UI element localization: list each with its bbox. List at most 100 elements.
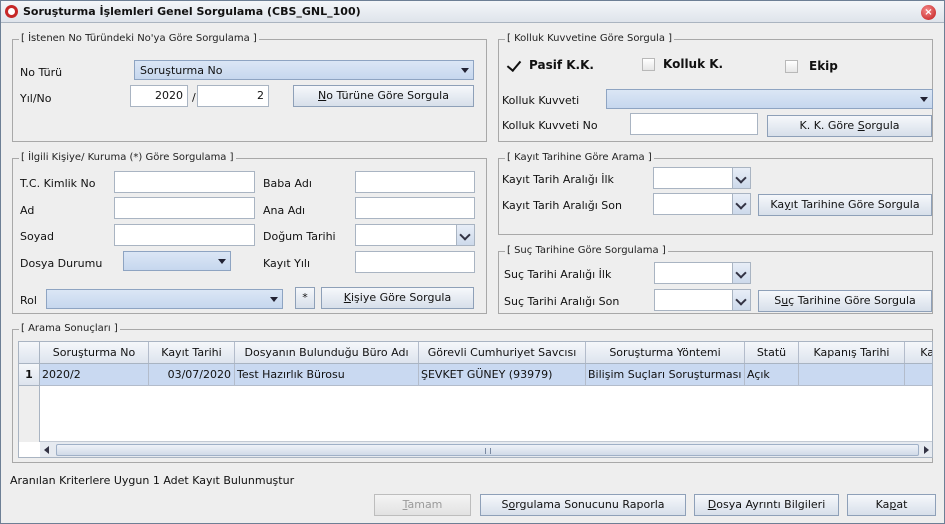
ekip-label: Ekip (809, 59, 838, 73)
button-label: orgula (864, 119, 900, 132)
suc-tarihi-sorgula-button[interactable]: Suç Tarihine Göre Sorgula (758, 290, 932, 312)
suc-ilk-field[interactable] (654, 262, 751, 284)
group-title: [ Kayıt Tarihine Göre Arama ] (505, 152, 654, 163)
kolluk-kuvveti-no-label: Kolluk Kuvveti No (502, 119, 598, 132)
kayit-yili-field[interactable] (355, 251, 475, 273)
scrollbar-thumb[interactable] (56, 444, 919, 456)
button-label: amam (407, 498, 443, 511)
chevron-down-icon (270, 297, 278, 302)
dosya-durumu-select[interactable] (123, 251, 231, 271)
rol-label: Rol (20, 294, 37, 307)
row-gutter (19, 386, 40, 442)
column-header[interactable]: Soruşturma No (40, 342, 149, 363)
main-window: Soruşturma İşlemleri Genel Sorgulama (CB… (0, 0, 945, 524)
rapor-button[interactable]: Sorgulama Sonucunu Raporla (480, 494, 686, 516)
button-label-pre: K. K. Göre (799, 119, 858, 132)
column-header[interactable]: Kayıt Tarihi (149, 342, 235, 363)
button-label: osya Ayrıntı Bilgileri (716, 498, 826, 511)
soyad-field[interactable] (114, 224, 255, 246)
ad-field[interactable] (114, 197, 255, 219)
chevron-down-icon (920, 97, 928, 102)
button-label: ç Tarihine Göre Sorgula (788, 294, 916, 307)
title-bar[interactable]: Soruşturma İşlemleri Genel Sorgulama (CB… (1, 1, 944, 23)
column-header[interactable]: Soruşturma Yöntemi (586, 342, 745, 363)
button-label: rgulama Sonucunu Raporla (515, 498, 665, 511)
button-label-pre: Ka (875, 498, 890, 511)
year-field[interactable]: 2020 (130, 85, 188, 107)
kolluk-kuvveti-select[interactable] (606, 89, 933, 109)
dosya-durumu-label: Dosya Durumu (20, 257, 103, 270)
button-label: ıt Tarihine Göre Sorgula (790, 198, 920, 211)
cell-kapanis-tarihi (799, 364, 905, 386)
chevron-down-icon (461, 68, 469, 73)
kayit-ilk-label: Kayıt Tarih Aralığı İlk (502, 173, 614, 186)
chevron-down-icon (218, 259, 226, 264)
dosya-ayrinti-button[interactable]: Dosya Ayrıntı Bilgileri (694, 494, 839, 516)
kolluk-kuvveti-label: Kolluk Kuvveti (502, 94, 580, 107)
button-mnemonic: K (343, 291, 351, 304)
kayit-ilk-field[interactable] (653, 167, 751, 189)
kayit-tarihi-sorgula-button[interactable]: Kayıt Tarihine Göre Sorgula (758, 194, 932, 216)
tamam-button[interactable]: Tamam (374, 494, 471, 516)
column-header[interactable]: Kapanış Tarihi (799, 342, 905, 363)
table-row[interactable]: 2020/2 03/07/2020 Test Hazırlık Bürosu Ş… (40, 364, 932, 386)
close-icon[interactable]: × (921, 5, 936, 20)
dogum-tarihi-label: Doğum Tarihi (263, 230, 336, 243)
kisi-sorgula-button[interactable]: Kişiye Göre Sorgula (321, 287, 474, 309)
dogum-tarihi-field[interactable] (355, 224, 475, 246)
scroll-right-icon[interactable] (924, 446, 929, 454)
button-mnemonic: N (318, 89, 327, 102)
year-value: 2020 (155, 89, 183, 102)
kk-sorgula-button[interactable]: K. K. Göre Sorgula (767, 115, 932, 137)
row-number[interactable]: 1 (19, 364, 40, 386)
group-title: [ İlgili Kişiye/ Kuruma (*) Göre Sorgula… (19, 152, 236, 163)
chevron-down-icon[interactable] (732, 168, 750, 188)
group-title: [ Suç Tarihine Göre Sorgulama ] (505, 245, 668, 256)
window-title: Soruşturma İşlemleri Genel Sorgulama (CB… (23, 5, 361, 18)
button-label-pre: Ka (770, 198, 785, 211)
cell-savci: ŞEVKET GÜNEY (93979) (419, 364, 586, 386)
scroll-left-icon[interactable] (44, 446, 49, 454)
kolluk-k-label: Kolluk K. (663, 57, 724, 71)
suc-son-label: Suç Tarihi Aralığı Son (504, 295, 620, 308)
no-turu-sorgula-button[interactable]: No Türüne Göre Sorgula (293, 85, 474, 107)
chevron-down-icon[interactable] (732, 290, 750, 310)
button-label: * (302, 291, 308, 304)
kayit-son-label: Kayıt Tarih Aralığı Son (502, 199, 622, 212)
column-header[interactable]: Ka (905, 342, 932, 363)
baba-adi-field[interactable] (355, 171, 475, 193)
chevron-down-icon[interactable] (732, 194, 750, 214)
button-mnemonic: D (707, 498, 717, 511)
column-header[interactable]: Görevli Cumhuriyet Savcısı (419, 342, 586, 363)
kolluk-k-checkbox[interactable] (642, 58, 655, 71)
no-turu-label: No Türü (20, 66, 63, 79)
chevron-down-icon[interactable] (456, 225, 474, 245)
kayit-yili-label: Kayıt Yılı (263, 257, 311, 270)
tc-field[interactable] (114, 171, 255, 193)
column-header[interactable]: Dosyanın Bulunduğu Büro Adı (235, 342, 419, 363)
status-text: Aranılan Kriterlere Uygun 1 Adet Kayıt B… (10, 474, 295, 487)
results-table[interactable]: Soruşturma No Kayıt Tarihi Dosyanın Bulu… (18, 341, 933, 458)
table-corner (19, 342, 40, 364)
no-field[interactable]: 2 (197, 85, 269, 107)
rol-select[interactable] (46, 289, 283, 309)
ana-adi-label: Ana Adı (263, 204, 306, 217)
group-title: [ İstenen No Türündeki No'ya Göre Sorgul… (19, 33, 259, 44)
kolluk-kuvveti-no-field[interactable] (630, 113, 758, 135)
ekip-checkbox[interactable] (785, 60, 798, 73)
no-turu-select[interactable]: Soruşturma No (134, 60, 474, 80)
star-button[interactable]: * (295, 287, 315, 309)
cell-buro-adi: Test Hazırlık Bürosu (235, 364, 419, 386)
group-title: [ Arama Sonuçları ] (19, 323, 120, 334)
suc-son-field[interactable] (654, 289, 751, 311)
suc-ilk-label: Suç Tarihi Aralığı İlk (504, 268, 612, 281)
horizontal-scrollbar[interactable] (40, 441, 932, 457)
tc-label: T.C. Kimlik No (20, 177, 96, 190)
ana-adi-field[interactable] (355, 197, 475, 219)
chevron-down-icon[interactable] (732, 263, 750, 283)
column-header[interactable]: Statü (745, 342, 799, 363)
kapat-button[interactable]: Kapat (847, 494, 936, 516)
pasif-kk-checkbox[interactable] (508, 60, 522, 70)
kayit-son-field[interactable] (653, 193, 751, 215)
cell-yontem: Bilişim Suçları Soruşturması (586, 364, 745, 386)
